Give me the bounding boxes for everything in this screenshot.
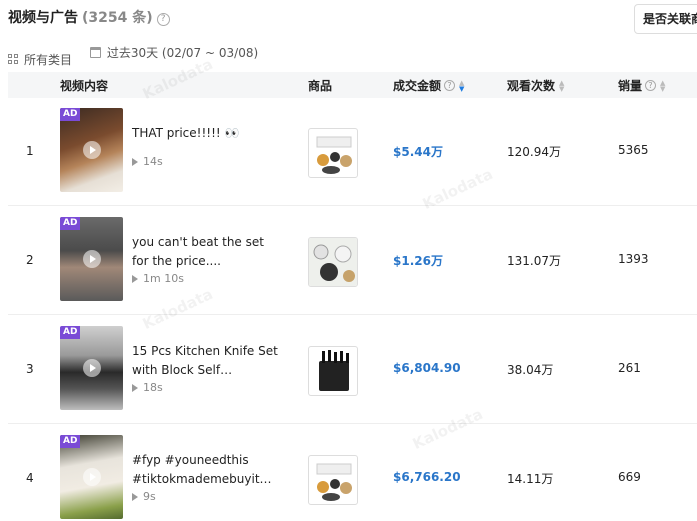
category-label: 所有类目 bbox=[24, 52, 73, 67]
col-sales[interactable]: 销量 ? ▲ ▼ bbox=[618, 77, 665, 94]
revenue-value: $1.26万 bbox=[393, 254, 443, 268]
play-icon[interactable] bbox=[83, 250, 101, 268]
duration-text: 14s bbox=[143, 155, 163, 168]
ad-filter-dropdown[interactable]: 是否关联商 bbox=[634, 4, 697, 34]
col-views[interactable]: 观看次数 ▲ ▼ bbox=[507, 77, 564, 94]
revenue-value: $6,804.90 bbox=[393, 361, 461, 375]
video-duration: 14s bbox=[132, 155, 163, 168]
col-views-label: 观看次数 bbox=[507, 79, 556, 93]
product-image[interactable] bbox=[308, 128, 358, 178]
calendar-icon bbox=[89, 47, 101, 58]
date-range-label: 过去30天 (02/07 ~ 03/08) bbox=[106, 46, 259, 60]
category-filter[interactable]: 所有类目 bbox=[8, 51, 72, 68]
cookware-set-icon bbox=[316, 463, 352, 501]
video-duration: 18s bbox=[132, 381, 163, 394]
row-index: 3 bbox=[26, 362, 34, 376]
sales-value: 261 bbox=[618, 361, 641, 375]
table-row[interactable]: 1 AD THAT price!!!!! 👀 14s $5.44万 120.94… bbox=[8, 98, 697, 206]
sales-help-icon[interactable]: ? bbox=[645, 80, 657, 91]
col-revenue-label: 成交金额 bbox=[393, 79, 442, 93]
table-row[interactable]: 2 AD you can't beat the set for the pric… bbox=[8, 207, 697, 315]
sort-icon[interactable]: ▲ ▼ bbox=[660, 79, 665, 92]
video-duration: 1m 10s bbox=[132, 272, 184, 285]
row-index: 4 bbox=[26, 471, 34, 485]
ad-badge: AD bbox=[60, 326, 81, 339]
title-text: 视频与广告 bbox=[8, 10, 78, 26]
row-index: 1 bbox=[26, 144, 34, 158]
play-small-icon bbox=[132, 383, 138, 392]
video-thumbnail[interactable]: AD bbox=[60, 108, 123, 192]
product-image[interactable] bbox=[308, 346, 358, 396]
row-index: 2 bbox=[26, 253, 34, 267]
sort-icon[interactable]: ▲ ▼ bbox=[559, 79, 564, 92]
filter-bar: 所有类目 过去30天 (02/07 ~ 03/08) bbox=[8, 44, 272, 67]
table-row[interactable]: 4 AD #fyp #youneedthis #tiktokmademebuyi… bbox=[8, 425, 697, 521]
sales-value: 5365 bbox=[618, 143, 649, 157]
grid-icon bbox=[8, 54, 18, 64]
knife-block-icon bbox=[319, 350, 349, 391]
video-thumbnail[interactable]: AD bbox=[60, 326, 123, 410]
ad-badge: AD bbox=[60, 435, 81, 448]
title-bar: 视频与广告(3254 条)? 是否关联商 bbox=[0, 0, 697, 36]
result-count: (3254 条) bbox=[82, 10, 153, 26]
page-title: 视频与广告 (3254 条)? bbox=[8, 7, 170, 27]
video-thumbnail[interactable]: AD bbox=[60, 217, 123, 301]
product-image[interactable] bbox=[308, 455, 358, 505]
play-icon[interactable] bbox=[83, 359, 101, 377]
play-small-icon bbox=[132, 492, 138, 501]
play-icon[interactable] bbox=[83, 141, 101, 159]
views-value: 38.04万 bbox=[507, 363, 554, 377]
col-revenue[interactable]: 成交金额 ? ▲ ▼ bbox=[393, 77, 464, 94]
video-duration: 9s bbox=[132, 490, 156, 503]
table-header: 视频内容 商品 成交金额 ? ▲ ▼ 观看次数 ▲ ▼ 销量 ? ▲ ▼ bbox=[8, 72, 697, 98]
views-value: 131.07万 bbox=[507, 254, 561, 268]
play-small-icon bbox=[132, 157, 138, 166]
ad-badge: AD bbox=[60, 217, 81, 230]
video-description[interactable]: #fyp #youneedthis #tiktokmademebuyit… bbox=[132, 451, 282, 489]
play-small-icon bbox=[132, 274, 138, 283]
duration-text: 18s bbox=[143, 381, 163, 394]
duration-text: 9s bbox=[143, 490, 156, 503]
revenue-help-icon[interactable]: ? bbox=[444, 80, 456, 91]
revenue-value: $5.44万 bbox=[393, 145, 443, 159]
col-product: 商品 bbox=[308, 77, 332, 94]
col-product-label: 商品 bbox=[308, 79, 333, 93]
date-filter[interactable]: 过去30天 (02/07 ~ 03/08) bbox=[89, 44, 259, 61]
sort-desc-icon[interactable]: ▲ ▼ bbox=[459, 79, 464, 92]
col-video: 视频内容 bbox=[60, 77, 108, 94]
sales-value: 1393 bbox=[618, 252, 649, 266]
col-video-label: 视频内容 bbox=[60, 79, 109, 93]
sales-value: 669 bbox=[618, 470, 641, 484]
video-description[interactable]: 15 Pcs Kitchen Knife Set with Block Self… bbox=[132, 342, 282, 380]
cookware-set-icon bbox=[316, 136, 352, 174]
views-value: 14.11万 bbox=[507, 472, 554, 486]
views-value: 120.94万 bbox=[507, 145, 561, 159]
revenue-value: $6,766.20 bbox=[393, 470, 461, 484]
cookware-set-icon bbox=[309, 238, 357, 286]
col-sales-label: 销量 bbox=[618, 79, 643, 93]
video-description[interactable]: you can't beat the set for the price.... bbox=[132, 233, 282, 271]
ad-badge: AD bbox=[60, 108, 81, 121]
duration-text: 1m 10s bbox=[143, 272, 184, 285]
product-image[interactable] bbox=[308, 237, 358, 287]
play-icon[interactable] bbox=[83, 468, 101, 486]
video-description[interactable]: THAT price!!!!! 👀 bbox=[132, 124, 282, 143]
help-icon[interactable]: ? bbox=[156, 13, 170, 26]
table-row[interactable]: 3 AD 15 Pcs Kitchen Knife Set with Block… bbox=[8, 316, 697, 424]
video-thumbnail[interactable]: AD bbox=[60, 435, 123, 519]
